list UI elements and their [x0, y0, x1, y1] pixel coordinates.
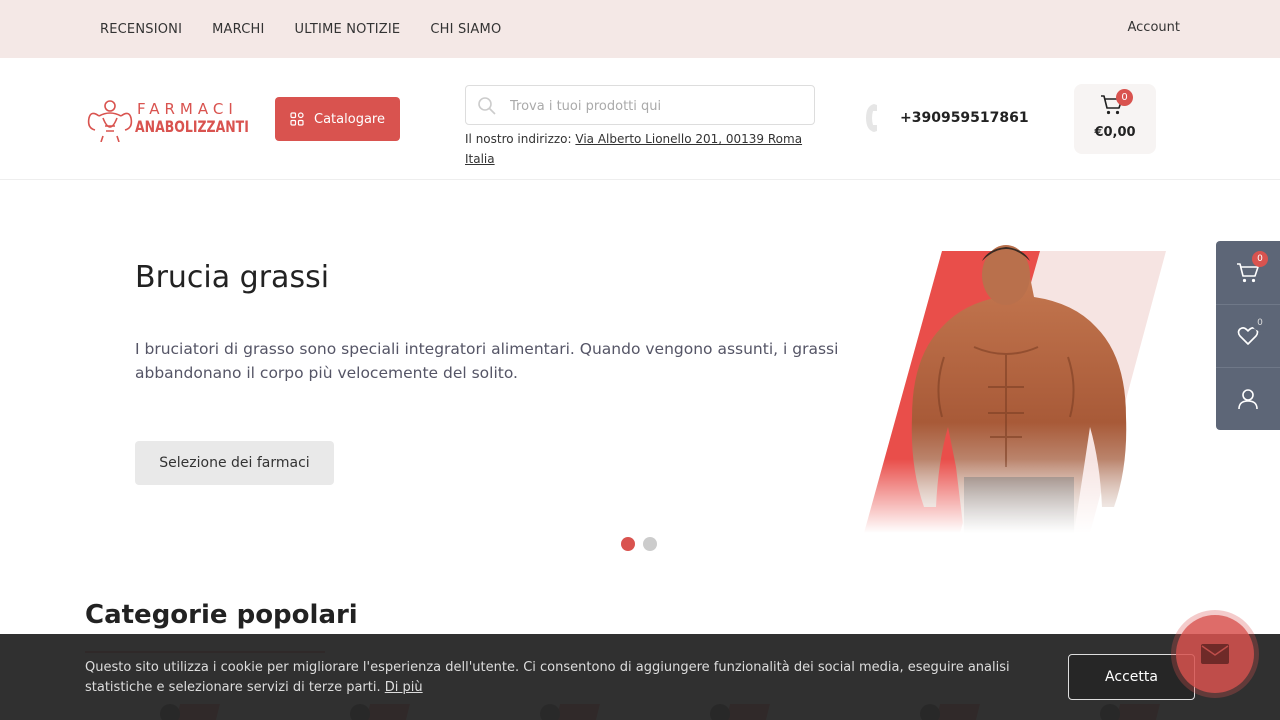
search-input[interactable] [510, 94, 800, 118]
catalog-button-label: Catalogare [314, 111, 385, 127]
hero-description: I bruciatori di grasso sono speciali int… [135, 340, 839, 382]
nav-link-chi-siamo[interactable]: CHI SIAMO [430, 22, 501, 37]
nav-link-recensioni[interactable]: RECENSIONI [100, 22, 182, 37]
phone-icon [866, 104, 877, 132]
bodybuilder-logo-icon [87, 100, 133, 143]
cookie-message: Questo sito utilizza i cookie per miglio… [85, 660, 1010, 695]
grid-icon [290, 112, 304, 126]
header-cart[interactable]: 0 €0,00 [1074, 84, 1156, 154]
nav-link-ultime-notizie[interactable]: ULTIME NOTIZIE [295, 22, 401, 37]
search-icon[interactable] [477, 96, 497, 116]
side-account-button[interactable] [1216, 367, 1280, 430]
catalog-button[interactable]: Catalogare [275, 97, 400, 141]
mail-icon [1201, 644, 1229, 664]
phone-number[interactable]: +390959517861 [900, 110, 1029, 126]
cart-count-badge: 0 [1116, 89, 1133, 106]
contact-button[interactable] [1176, 615, 1254, 693]
side-wishlist-button[interactable]: 0 [1216, 304, 1280, 367]
top-nav: RECENSIONI MARCHI ULTIME NOTIZIE CHI SIA… [100, 0, 501, 58]
cookie-more-link[interactable]: Di più [385, 680, 423, 695]
store-address: Il nostro indirizzo: Via Alberto Lionell… [465, 129, 810, 169]
cart-total: €0,00 [1094, 125, 1136, 140]
user-icon [1238, 389, 1258, 410]
cookie-banner: Questo sito utilizza i cookie per miglio… [0, 634, 1280, 720]
hero-cta-button[interactable]: Selezione dei farmaci [135, 441, 334, 485]
slider-dots [621, 537, 657, 551]
cookie-text: Questo sito utilizza i cookie per miglio… [85, 658, 1025, 698]
search-box [465, 85, 815, 125]
hero-title: Brucia grassi [135, 260, 330, 295]
hero-bodybuilder-image [864, 237, 1166, 533]
side-panel: 0 0 [1216, 241, 1280, 430]
slider-dot-1[interactable] [621, 537, 635, 551]
logo-line1: FARMACI [137, 100, 238, 118]
side-wishlist-badge: 0 [1252, 315, 1268, 331]
address-label: Il nostro indirizzo: [465, 132, 572, 146]
side-cart-button[interactable]: 0 [1216, 241, 1280, 304]
side-cart-badge: 0 [1252, 251, 1268, 267]
top-bar: RECENSIONI MARCHI ULTIME NOTIZIE CHI SIA… [0, 0, 1280, 58]
slider-dot-2[interactable] [643, 537, 657, 551]
popular-categories-title: Categorie popolari [85, 600, 358, 630]
account-link[interactable]: Account [1128, 20, 1181, 35]
nav-link-marchi[interactable]: MARCHI [212, 22, 264, 37]
logo-line2: ANABOLIZZANTI [135, 117, 249, 136]
site-header: FARMACI ANABOLIZZANTI Catalogare Il nost… [0, 58, 1280, 180]
site-logo[interactable]: FARMACI ANABOLIZZANTI [85, 96, 250, 143]
